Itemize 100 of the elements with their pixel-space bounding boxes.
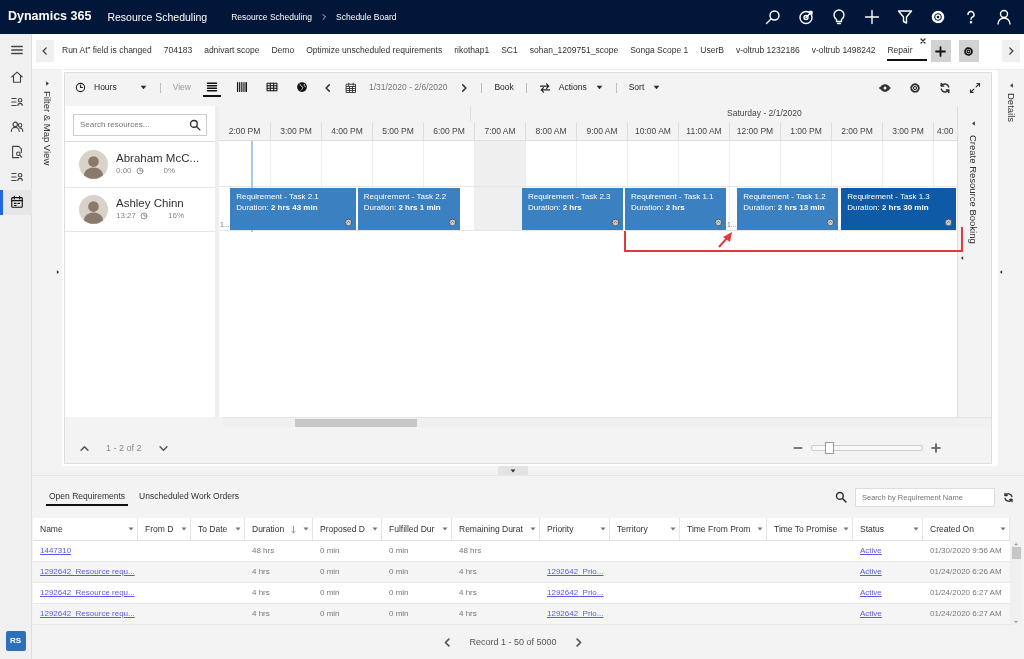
sort-dropdown[interactable]: Sort <box>628 81 662 94</box>
table-link[interactable]: Active <box>860 567 882 576</box>
settings-icon[interactable] <box>930 8 946 25</box>
column-header[interactable]: Status <box>853 518 923 540</box>
table-link[interactable]: 1447310 <box>40 546 72 555</box>
board-tab[interactable]: v-oltrub 1498242 <box>811 41 876 62</box>
booking-card[interactable]: Requirement - Task 2.1 Duration: 2 hrs 43 min <box>230 187 358 230</box>
filter-caret-icon[interactable] <box>441 525 449 533</box>
zoom-slider[interactable] <box>811 445 923 452</box>
board-tab[interactable]: v-oltrub 1232186 <box>735 41 800 62</box>
resource-name[interactable]: Ashley Chinn <box>116 197 185 212</box>
user-icon[interactable] <box>996 8 1012 25</box>
filter-caret-icon[interactable] <box>529 525 537 533</box>
table-link[interactable]: Active <box>860 588 882 597</box>
filter-caret-icon[interactable] <box>180 525 188 533</box>
filter-caret-icon[interactable] <box>234 525 242 533</box>
table-link[interactable]: 1292642_Resource requ... <box>40 588 135 597</box>
scroll-left-button[interactable] <box>36 40 54 63</box>
board-tab[interactable]: rikothap1 <box>454 41 490 62</box>
filter-panel[interactable]: Filter & Map View <box>32 69 62 467</box>
search-icon[interactable] <box>835 491 847 503</box>
column-header[interactable]: Time From Prom <box>680 518 767 540</box>
search-field[interactable]: Search resources... <box>73 113 207 136</box>
target-icon[interactable] <box>798 8 814 25</box>
booking-card[interactable]: Requirement - Task 1.1 Duration: 2 hrs <box>624 187 727 230</box>
column-header[interactable]: Duration <box>245 518 313 540</box>
user-badge[interactable]: RS <box>5 631 26 651</box>
column-header[interactable]: Territory <box>610 518 680 540</box>
time-scale-dropdown[interactable]: Hours <box>75 81 148 94</box>
book-button[interactable]: Book <box>494 81 514 94</box>
board-tab[interactable]: UserB <box>700 41 724 62</box>
board-tab[interactable]: adnivart scope <box>204 41 260 62</box>
filter-caret-icon[interactable] <box>302 525 310 533</box>
column-header[interactable]: Remaining Durat <box>452 518 540 540</box>
filter-caret-icon[interactable] <box>599 525 607 533</box>
board-tab[interactable]: sohan_1209751_scope <box>529 41 619 62</box>
table-link[interactable]: 1292642_Resource requ... <box>40 609 135 618</box>
table-link[interactable]: 1292642_Prio... <box>547 588 604 597</box>
column-header[interactable]: Time To Promise <box>767 518 853 540</box>
details-panel[interactable]: Details <box>998 69 1024 467</box>
filter-caret-icon[interactable] <box>756 525 764 533</box>
table-link[interactable]: Active <box>860 609 882 618</box>
plus-icon[interactable] <box>864 8 880 25</box>
column-header[interactable]: Fulfilled Dur <box>382 518 452 540</box>
table-link[interactable]: 1292642_Prio... <box>547 609 604 618</box>
booking-card[interactable]: Requirement - Task 2.3 Duration: 2 hrs <box>521 187 624 230</box>
scroll-right-button[interactable] <box>1002 40 1020 63</box>
filter-caret-icon[interactable] <box>912 525 920 533</box>
caret-icon <box>138 83 148 92</box>
search-icon[interactable] <box>765 8 781 25</box>
actions-dropdown[interactable]: Actions <box>538 81 604 94</box>
avatar <box>79 149 108 179</box>
column-header[interactable]: Created On <box>923 518 1010 540</box>
board-tab[interactable]: Demo <box>271 41 295 62</box>
table-link[interactable]: 1292642_Prio... <box>547 567 604 576</box>
booking-card[interactable]: Requirement - Task 1.3 Duration: 2 hrs 30 min <box>841 187 957 230</box>
board-tab[interactable]: 704183 <box>163 41 193 62</box>
add-tab-button[interactable] <box>930 40 951 63</box>
slider-thumb[interactable] <box>824 442 834 455</box>
filter-caret-icon[interactable] <box>842 525 850 533</box>
close-icon[interactable] <box>918 37 927 46</box>
column-header[interactable]: To Date <box>191 518 245 540</box>
settings-icon[interactable] <box>909 81 921 94</box>
table-link[interactable]: 1292642_Resource requ... <box>40 567 135 576</box>
booking-card[interactable]: Requirement - Task 1.2 Duration: 2 hrs 13 min <box>737 187 840 230</box>
refresh-icon[interactable] <box>939 81 951 94</box>
filter-caret-icon[interactable] <box>371 525 379 533</box>
settings-button[interactable] <box>958 40 979 63</box>
column-header[interactable]: Proposed D <box>313 518 382 540</box>
search-icon[interactable] <box>189 118 201 131</box>
board-tab[interactable]: Songa Scope 1 <box>630 41 689 62</box>
table-link[interactable]: Active <box>860 546 882 555</box>
board-tab[interactable]: Optimize unscheduled requirements <box>306 41 443 62</box>
requirements-tab[interactable]: Unscheduled Work Orders <box>136 487 243 507</box>
board-tab[interactable]: Run At” field is changed <box>62 41 152 62</box>
refresh-icon[interactable] <box>1003 491 1014 503</box>
scroll-thumb[interactable] <box>1011 547 1021 559</box>
lightbulb-icon[interactable] <box>831 8 847 25</box>
column-header[interactable]: Priority <box>540 518 610 540</box>
filter-caret-icon[interactable] <box>669 525 677 533</box>
calendar-icon[interactable] <box>344 81 357 94</box>
collapse-handle[interactable] <box>498 466 528 475</box>
filter-caret-icon[interactable] <box>127 525 135 533</box>
column-header[interactable]: From D <box>138 518 191 540</box>
zoom-in-icon[interactable] <box>931 443 941 454</box>
breadcrumb-link[interactable]: Schedule Board <box>336 11 397 22</box>
nav-button[interactable] <box>0 189 32 215</box>
column-header[interactable]: Name <box>33 518 138 540</box>
board-tab[interactable]: Repair <box>887 41 927 62</box>
board-tab[interactable]: SC1 <box>501 41 518 62</box>
filter-caret-icon[interactable] <box>999 525 1007 533</box>
eye-icon[interactable] <box>879 81 891 94</box>
booking-card[interactable]: Requirement - Task 2.2 Duration: 2 hrs 1 min <box>357 187 461 230</box>
requirements-tab[interactable]: Open Requirements <box>46 487 129 507</box>
resource-name[interactable]: Abraham McC... <box>116 152 200 167</box>
expand-icon[interactable] <box>969 81 981 94</box>
breadcrumb-link[interactable]: Resource Scheduling <box>231 11 312 22</box>
date-range[interactable]: 1/31/2020 - 2/6/2020 <box>368 82 448 93</box>
filter-icon[interactable] <box>897 8 913 25</box>
scroll-thumb[interactable] <box>295 419 417 428</box>
